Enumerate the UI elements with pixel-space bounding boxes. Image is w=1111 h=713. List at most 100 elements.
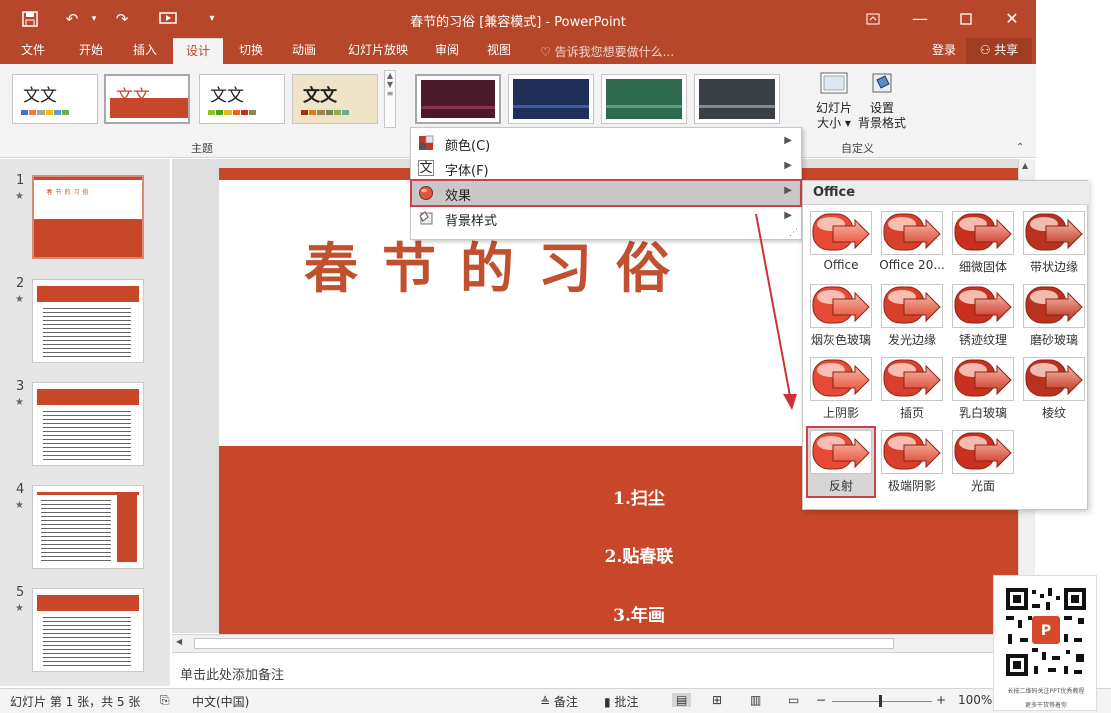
normal-view-icon[interactable]: ▤ bbox=[672, 693, 692, 707]
transition-star-icon: ★ bbox=[15, 294, 24, 305]
effect-option[interactable]: Office 20... bbox=[879, 209, 945, 277]
effect-label: 插页 bbox=[899, 406, 924, 420]
menu-label: 字体(F) bbox=[445, 164, 489, 179]
slide-thumbnail-5[interactable] bbox=[32, 588, 144, 672]
tab-slideshow[interactable]: 幻灯片放映 bbox=[338, 38, 418, 64]
reading-view-icon[interactable]: ▥ bbox=[750, 693, 761, 707]
tab-transitions[interactable]: 切换 bbox=[228, 38, 274, 64]
variant-1[interactable] bbox=[415, 74, 501, 124]
tab-design[interactable]: 设计 bbox=[173, 38, 223, 64]
collapse-ribbon-icon[interactable]: ⌃ bbox=[1016, 142, 1024, 153]
effect-option[interactable]: Office bbox=[808, 209, 874, 277]
share-button[interactable]: ⚇ 共享 bbox=[966, 38, 1032, 64]
effects-icon bbox=[419, 186, 433, 200]
lightbulb-icon: ♡ bbox=[540, 45, 551, 59]
effect-option[interactable]: 锈迹纹理 bbox=[950, 282, 1016, 350]
notes-toggle[interactable]: ≜ 备注 bbox=[540, 693, 578, 710]
language-indicator[interactable]: 中文(中国) bbox=[192, 693, 249, 710]
slide-size-icon bbox=[820, 72, 848, 94]
slide-number: 3 bbox=[16, 379, 25, 394]
tell-me-search[interactable]: ♡ 告诉我您想要做什么... bbox=[540, 43, 674, 60]
zoom-in-icon[interactable]: + bbox=[936, 693, 946, 707]
ribbon-display-icon[interactable] bbox=[853, 6, 893, 32]
effect-label: Office 20... bbox=[879, 258, 945, 272]
effect-option[interactable]: 极端阴影 bbox=[879, 428, 945, 496]
theme-current[interactable]: 文文 bbox=[104, 74, 190, 124]
tab-review[interactable]: 审阅 bbox=[424, 38, 470, 64]
slide-thumbnail-3[interactable] bbox=[32, 382, 144, 466]
tab-file[interactable]: 文件 bbox=[10, 38, 56, 64]
effect-option[interactable]: 细微固体 bbox=[950, 209, 1016, 277]
menu-item-effects[interactable]: 效果 ▶ bbox=[410, 179, 802, 207]
variant-3[interactable] bbox=[601, 74, 687, 124]
tab-animations[interactable]: 动画 bbox=[281, 38, 327, 64]
effect-preview-icon bbox=[881, 357, 943, 401]
effect-option[interactable]: 插页 bbox=[879, 355, 945, 423]
effect-option[interactable]: 磨砂玻璃 bbox=[1021, 282, 1087, 350]
menu-item-colors[interactable]: 颜色(C) ▶ bbox=[412, 131, 800, 155]
tab-view[interactable]: 视图 bbox=[476, 38, 522, 64]
effect-option[interactable]: 带状边缘 bbox=[1021, 209, 1087, 277]
variant-2[interactable] bbox=[508, 74, 594, 124]
menu-item-fonts[interactable]: 文 字体(F) ▶ bbox=[412, 156, 800, 180]
effect-preview-icon bbox=[810, 211, 872, 255]
notes-label: 备注 bbox=[553, 695, 578, 709]
effect-option[interactable]: 发光边缘 bbox=[879, 282, 945, 350]
comment-icon: ▮ bbox=[604, 695, 611, 709]
effects-gallery: Office Office Office 20... 细微固体 带状边缘 烟灰色玻璃 发光… bbox=[802, 180, 1089, 510]
scroll-up-icon[interactable]: ▲ bbox=[1022, 161, 1028, 170]
comments-label: 批注 bbox=[614, 695, 639, 709]
theme-ion[interactable]: 文文 bbox=[292, 74, 378, 124]
zoom-slider[interactable] bbox=[832, 701, 932, 702]
effect-preview-icon bbox=[952, 284, 1014, 328]
theme-color-bars bbox=[21, 110, 70, 115]
slide-thumbnail-4[interactable] bbox=[32, 485, 144, 569]
maximize-icon[interactable] bbox=[946, 6, 986, 32]
close-icon[interactable]: ✕ bbox=[992, 6, 1032, 32]
effect-preview-icon bbox=[952, 430, 1014, 474]
variant-4[interactable] bbox=[694, 74, 780, 124]
theme-office[interactable]: 文文 bbox=[12, 74, 98, 124]
themes-group-label: 主题 bbox=[191, 142, 213, 155]
slide-bullet-2: 2.贴春联 bbox=[604, 547, 674, 567]
slide-size-button[interactable]: 幻灯片 大小 ▾ bbox=[812, 70, 856, 136]
title-bar: ↶ ▾ ↷ ▾ 春节的习俗 [兼容模式] - PowerPoint — ✕ bbox=[0, 0, 1036, 38]
tab-insert[interactable]: 插入 bbox=[122, 38, 168, 64]
theme-facet[interactable]: 文文 bbox=[199, 74, 285, 124]
notes-placeholder: 单击此处添加备注 bbox=[180, 668, 285, 683]
slide-thumbnail-1[interactable]: 春节的习俗 bbox=[32, 175, 144, 259]
themes-scroll[interactable]: ▲ ▼ ≡ bbox=[384, 70, 396, 128]
zoom-level[interactable]: 100% bbox=[958, 693, 992, 707]
zoom-out-icon[interactable]: − bbox=[816, 693, 826, 707]
effect-preview-icon bbox=[810, 284, 872, 328]
sign-in-link[interactable]: 登录 bbox=[924, 38, 964, 64]
notes-icon: ≜ bbox=[540, 695, 551, 709]
thumb-title: 春节的习俗 bbox=[46, 189, 92, 196]
effect-option[interactable]: 上阴影 bbox=[808, 355, 874, 423]
effect-label: 带状边缘 bbox=[1029, 260, 1078, 274]
format-background-button[interactable]: 设置 背景格式 bbox=[858, 70, 906, 136]
comments-toggle[interactable]: ▮ 批注 bbox=[604, 693, 638, 710]
tell-me-text: 告诉我您想要做什么... bbox=[554, 45, 675, 59]
slide-size-label-2: 大小 ▾ bbox=[817, 116, 851, 130]
effect-preview-icon bbox=[1023, 211, 1085, 255]
effect-option[interactable]: 棱纹 bbox=[1021, 355, 1087, 423]
transition-star-icon: ★ bbox=[15, 397, 24, 408]
font-icon: 文 bbox=[418, 160, 434, 176]
scroll-left-icon[interactable]: ◀ bbox=[176, 637, 182, 646]
effect-option[interactable]: 光面 bbox=[950, 428, 1016, 496]
tab-home[interactable]: 开始 bbox=[68, 38, 114, 64]
horizontal-scrollbar[interactable]: ◀ bbox=[172, 634, 1018, 652]
menu-item-background-styles[interactable]: 背景样式 ▶ bbox=[412, 206, 800, 230]
slide-sorter-icon[interactable]: ⊞ bbox=[712, 693, 722, 707]
effect-option[interactable]: 乳白玻璃 bbox=[950, 355, 1016, 423]
zoom-slider-thumb[interactable] bbox=[879, 695, 882, 707]
notes-pane[interactable]: 单击此处添加备注 bbox=[172, 652, 1036, 688]
effect-option[interactable]: 烟灰色玻璃 bbox=[808, 282, 874, 350]
spell-check-icon[interactable]: ⎘ bbox=[160, 693, 170, 708]
effect-option[interactable]: 反射 bbox=[806, 426, 876, 498]
minimize-icon[interactable]: — bbox=[900, 6, 940, 32]
slide-thumbnail-2[interactable] bbox=[32, 279, 144, 363]
horizontal-scroll-thumb[interactable] bbox=[194, 638, 894, 649]
slideshow-icon[interactable]: ▭ bbox=[788, 693, 799, 707]
